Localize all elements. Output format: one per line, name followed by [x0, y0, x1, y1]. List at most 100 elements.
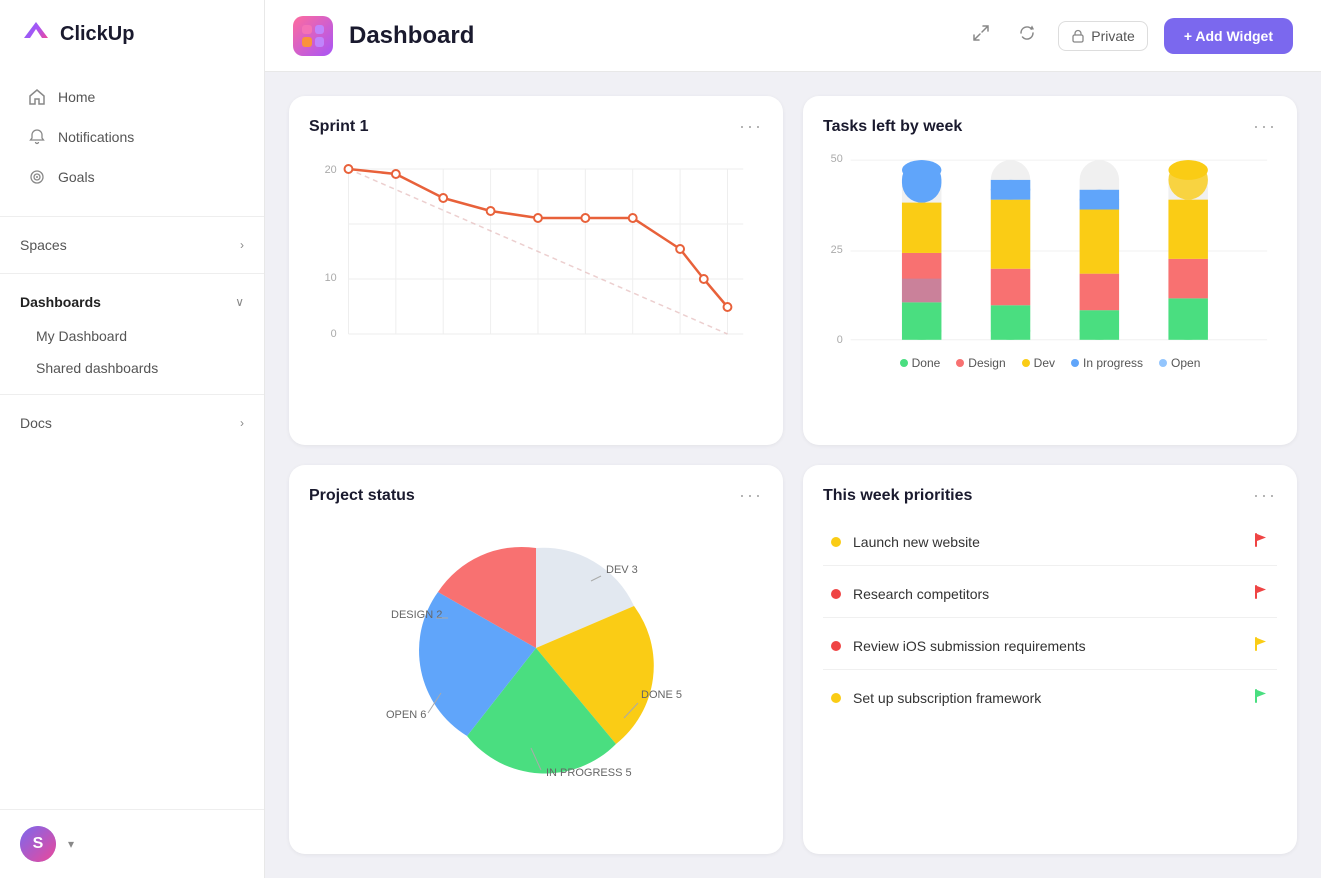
pie-label-open: OPEN 6: [386, 709, 426, 721]
tasks-card-title: Tasks left by week: [823, 118, 962, 136]
sidebar-item-notifications[interactable]: Notifications: [8, 118, 256, 156]
legend-inprogress-label: In progress: [1083, 356, 1143, 370]
tasks-card-menu[interactable]: ···: [1253, 116, 1277, 137]
priority-text-2: Research competitors: [853, 586, 1241, 602]
legend-open: Open: [1159, 356, 1200, 370]
dashboard-grid: Sprint 1 ···: [265, 72, 1321, 878]
legend-done: Done: [900, 356, 941, 370]
sidebar-footer: S ▾: [0, 809, 264, 878]
logo-area: ClickUp: [0, 0, 264, 68]
clickup-logo-text: ClickUp: [60, 23, 134, 46]
sprint-card: Sprint 1 ···: [289, 96, 783, 445]
legend-design-label: Design: [968, 356, 1005, 370]
sidebar-item-goals[interactable]: Goals: [8, 158, 256, 196]
private-badge[interactable]: Private: [1058, 21, 1148, 51]
legend-inprogress-dot: [1071, 359, 1079, 367]
sidebar-item-home[interactable]: Home: [8, 78, 256, 116]
page-title: Dashboard: [349, 22, 950, 50]
legend-open-dot: [1159, 359, 1167, 367]
svg-text:25: 25: [831, 244, 843, 256]
avatar-letter: S: [20, 826, 56, 862]
user-dropdown-arrow[interactable]: ▾: [68, 837, 74, 851]
pie-label-done: DONE 5: [641, 689, 682, 701]
priorities-card-menu[interactable]: ···: [1253, 485, 1277, 506]
sprint-chart: 20 10 0: [309, 149, 763, 369]
priority-item-2: Research competitors: [823, 570, 1277, 618]
priority-flag-4: [1253, 688, 1269, 707]
priority-flag-1: [1253, 532, 1269, 551]
pie-label-inprogress: IN PROGRESS 5: [546, 767, 632, 778]
divider-1: [0, 216, 264, 217]
user-avatar[interactable]: S: [20, 826, 56, 862]
priority-dot-1: [831, 537, 841, 547]
clickup-logo-icon: [20, 18, 52, 50]
divider-3: [0, 394, 264, 395]
dashboards-chevron: ∨: [235, 295, 244, 309]
sidebar-item-my-dashboard[interactable]: My Dashboard: [0, 320, 264, 352]
notifications-label: Notifications: [58, 129, 134, 145]
sidebar-section-dashboards[interactable]: Dashboards ∨: [0, 284, 264, 320]
priority-flag-2: [1253, 584, 1269, 603]
spaces-label: Spaces: [20, 237, 67, 253]
priorities-card-title: This week priorities: [823, 487, 972, 505]
sidebar-section-spaces[interactable]: Spaces ›: [0, 227, 264, 263]
project-status-title: Project status: [309, 487, 415, 505]
pie-label-dev: DEV 3: [606, 564, 638, 576]
priority-flag-3: [1253, 636, 1269, 655]
svg-text:10: 10: [325, 272, 337, 284]
docs-chevron: ›: [240, 416, 244, 430]
add-widget-button[interactable]: + Add Widget: [1164, 18, 1293, 54]
svg-text:0: 0: [331, 328, 337, 340]
sidebar-navigation: Home Notifications Goals: [0, 68, 264, 206]
home-icon: [28, 88, 46, 106]
home-label: Home: [58, 89, 95, 105]
goals-icon: [28, 168, 46, 186]
sidebar: ClickUp Home Notifications Goals Spaces …: [0, 0, 265, 878]
sidebar-item-shared-dashboards[interactable]: Shared dashboards: [0, 352, 264, 384]
priority-text-3: Review iOS submission requirements: [853, 638, 1241, 654]
legend-dev-label: Dev: [1034, 356, 1055, 370]
legend-dev: Dev: [1022, 356, 1055, 370]
priorities-card-header: This week priorities ···: [823, 485, 1277, 506]
svg-text:20: 20: [325, 164, 337, 176]
sprint-card-title: Sprint 1: [309, 118, 369, 136]
sprint-card-menu[interactable]: ···: [739, 116, 763, 137]
priority-text-4: Set up subscription framework: [853, 690, 1241, 706]
legend-design-dot: [956, 359, 964, 367]
legend-dev-dot: [1022, 359, 1030, 367]
sprint-card-header: Sprint 1 ···: [309, 116, 763, 137]
priorities-list: Launch new website Research competitors …: [823, 518, 1277, 721]
dashboards-label: Dashboards: [20, 294, 101, 310]
goals-label: Goals: [58, 169, 95, 185]
private-label: Private: [1091, 28, 1135, 44]
priority-dot-3: [831, 641, 841, 651]
header-actions: Private + Add Widget: [966, 18, 1293, 54]
legend-done-label: Done: [912, 356, 941, 370]
priority-dot-4: [831, 693, 841, 703]
expand-button[interactable]: [966, 18, 996, 53]
pie-label-design: DESIGN 2: [391, 609, 442, 621]
grid-icon: [302, 25, 324, 47]
sidebar-section-docs[interactable]: Docs ›: [0, 405, 264, 441]
priorities-card: This week priorities ··· Launch new webs…: [803, 465, 1297, 854]
priority-item-1: Launch new website: [823, 518, 1277, 566]
priority-text-1: Launch new website: [853, 534, 1241, 550]
pie-chart-container: DEV 3 DONE 5 IN PROGRESS 5 OPEN 6 DESIGN…: [309, 518, 763, 778]
svg-text:50: 50: [831, 153, 843, 165]
tasks-card-header: Tasks left by week ···: [823, 116, 1277, 137]
priority-item-4: Set up subscription framework: [823, 674, 1277, 721]
spaces-chevron: ›: [240, 238, 244, 252]
bar-chart-area: 50 25 0: [823, 149, 1277, 369]
bar-chart-legend: Done Design Dev In progress: [823, 356, 1277, 370]
project-status-menu[interactable]: ···: [739, 485, 763, 506]
priority-dot-2: [831, 589, 841, 599]
tasks-card: Tasks left by week ··· 50 25 0: [803, 96, 1297, 445]
refresh-button[interactable]: [1012, 18, 1042, 53]
bell-icon: [28, 128, 46, 146]
svg-text:0: 0: [837, 334, 843, 346]
project-status-header: Project status ···: [309, 485, 763, 506]
priority-item-3: Review iOS submission requirements: [823, 622, 1277, 670]
project-status-card: Project status ···: [289, 465, 783, 854]
legend-done-dot: [900, 359, 908, 367]
legend-in-progress: In progress: [1071, 356, 1143, 370]
